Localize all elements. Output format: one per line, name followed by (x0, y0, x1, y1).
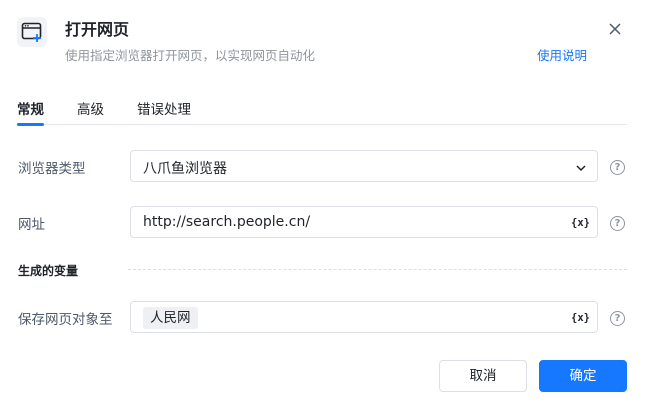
url-label: 网址 (18, 217, 45, 233)
tab-bar: 常规 高级 错误处理 (17, 98, 627, 126)
variable-icon[interactable]: {x} (571, 310, 590, 326)
chevron-down-icon (574, 160, 588, 174)
url-help-icon[interactable]: ? (610, 216, 625, 231)
confirm-button[interactable]: 确定 (539, 360, 627, 392)
dialog-title: 打开网页 (65, 20, 130, 39)
tab-advanced[interactable]: 高级 (77, 98, 104, 125)
browser-type-help-icon[interactable]: ? (610, 160, 625, 175)
save-to-help-icon[interactable]: ? (610, 311, 625, 326)
browser-add-icon (17, 17, 47, 47)
dialog-subtitle: 使用指定浏览器打开网页，以实现网页自动化 (65, 48, 316, 63)
tab-general[interactable]: 常规 (17, 98, 44, 126)
variable-tag[interactable]: 人民网 (143, 307, 198, 329)
help-link[interactable]: 使用说明 (537, 45, 587, 64)
cancel-button[interactable]: 取消 (439, 360, 527, 392)
close-icon[interactable] (606, 20, 624, 38)
browser-type-select[interactable]: 八爪鱼浏览器 (130, 150, 598, 182)
save-to-label: 保存网页对象至 (18, 312, 113, 328)
browser-type-label: 浏览器类型 (18, 161, 86, 177)
browser-type-value: 八爪鱼浏览器 (143, 161, 227, 177)
save-to-input[interactable]: 人民网 {x} (130, 301, 598, 333)
section-divider (128, 269, 627, 270)
url-input[interactable]: http://search.people.cn/ {x} (130, 206, 598, 238)
tab-error-handling[interactable]: 错误处理 (137, 98, 191, 125)
url-value: http://search.people.cn/ (143, 214, 311, 230)
section-title: 生成的变量 (18, 264, 79, 278)
variable-icon[interactable]: {x} (571, 215, 590, 231)
